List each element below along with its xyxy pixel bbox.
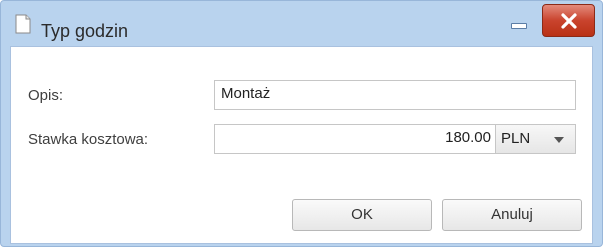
cost-rate-input[interactable]: 180.00 bbox=[214, 124, 496, 154]
description-label: Opis: bbox=[28, 87, 64, 104]
chevron-down-icon bbox=[554, 137, 564, 143]
minimize-button[interactable] bbox=[500, 6, 536, 36]
currency-select[interactable]: PLN bbox=[496, 124, 576, 154]
ok-button[interactable]: OK bbox=[292, 199, 432, 231]
window-title: Typ godzin bbox=[41, 21, 129, 41]
currency-value: PLN bbox=[501, 130, 531, 147]
dialog-window: Typ godzin Opis: Montaż Stawka kosztowa:… bbox=[0, 0, 603, 247]
minimize-icon bbox=[511, 23, 527, 29]
title-bar[interactable]: Typ godzin bbox=[1, 1, 602, 45]
document-icon bbox=[15, 14, 31, 34]
cost-rate-label: Stawka kosztowa: bbox=[28, 131, 149, 148]
description-input[interactable]: Montaż bbox=[214, 80, 576, 110]
cancel-button[interactable]: Anuluj bbox=[442, 199, 582, 231]
close-icon bbox=[561, 13, 577, 29]
dialog-body: Opis: Montaż Stawka kosztowa: 180.00 PLN… bbox=[10, 46, 593, 244]
close-button[interactable] bbox=[542, 4, 595, 37]
